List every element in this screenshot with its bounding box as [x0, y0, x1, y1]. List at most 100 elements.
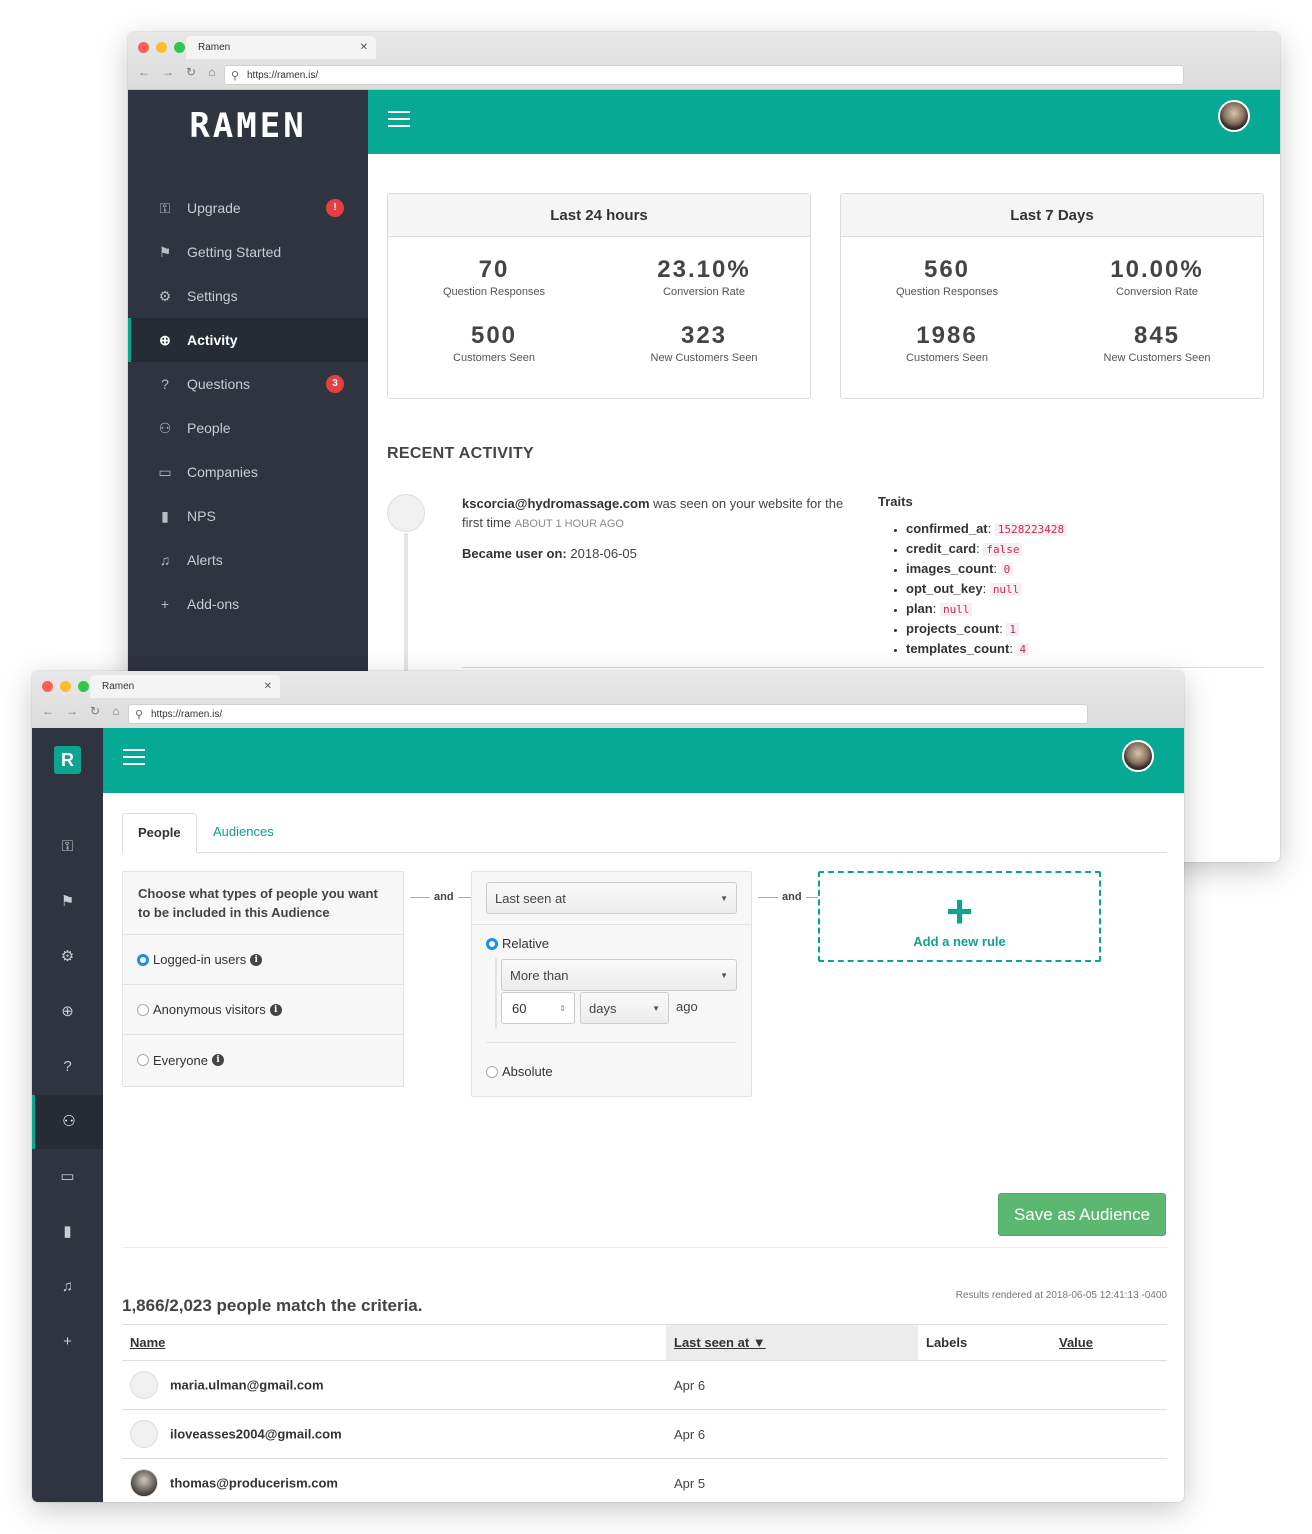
browser-tab-title: Ramen: [198, 42, 231, 53]
window-controls: [42, 681, 89, 692]
person-email[interactable]: maria.ulman@gmail.com: [170, 1378, 324, 1393]
option-anonymous-visitors[interactable]: Anonymous visitors i: [123, 985, 403, 1035]
radio-anonymous-visitors[interactable]: [137, 1003, 149, 1016]
home-icon[interactable]: ⌂: [112, 704, 119, 718]
tab-people[interactable]: People: [122, 813, 197, 853]
column-labels[interactable]: Labels: [918, 1324, 1051, 1361]
reload-icon[interactable]: ↻: [90, 704, 100, 718]
activity-user-avatar[interactable]: [387, 494, 425, 532]
sidebar-item-companies[interactable]: ▭ Companies: [128, 450, 368, 494]
stat-value: 23.10%: [657, 256, 751, 283]
hamburger-menu-icon[interactable]: [388, 111, 410, 132]
trait-key: images_count: [906, 561, 994, 576]
close-window-button[interactable]: [42, 681, 53, 692]
column-value[interactable]: Value: [1051, 1324, 1167, 1361]
save-audience-button[interactable]: Save as Audience: [998, 1193, 1166, 1236]
chevron-down-icon: ▼: [652, 1003, 660, 1013]
bell-icon[interactable]: ♫: [32, 1260, 103, 1314]
minimize-window-button[interactable]: [156, 42, 167, 53]
hamburger-menu-icon[interactable]: [123, 749, 145, 770]
user-avatar[interactable]: [1218, 100, 1250, 132]
address-bar[interactable]: ⚲ https://ramen.is/: [224, 65, 1184, 85]
gear-icon[interactable]: ⚙: [32, 930, 103, 984]
user-avatar[interactable]: [1122, 740, 1154, 772]
minimize-window-button[interactable]: [60, 681, 71, 692]
forward-arrow-icon[interactable]: →: [162, 65, 174, 79]
add-rule-button[interactable]: + Add a new rule: [818, 871, 1101, 962]
option-logged-in-users[interactable]: Logged-in users i: [123, 935, 403, 985]
close-tab-icon[interactable]: ✕: [264, 675, 272, 698]
info-icon[interactable]: i: [211, 1054, 224, 1066]
option-everyone[interactable]: Everyone i: [123, 1035, 403, 1085]
ramen-logo[interactable]: RAMEN: [128, 106, 368, 146]
absolute-option[interactable]: Absolute: [486, 1064, 553, 1079]
trait-item: templates_count: 4: [906, 639, 1067, 659]
stat-label: Customers Seen: [453, 352, 535, 364]
amount-value: 60: [512, 1000, 527, 1016]
globe-icon[interactable]: ⊕: [32, 985, 103, 1039]
stepper-icon[interactable]: ⇕: [559, 1004, 566, 1013]
forward-arrow-icon[interactable]: →: [66, 704, 78, 718]
bar-chart-icon[interactable]: ▮: [32, 1205, 103, 1259]
radio-absolute[interactable]: [486, 1065, 498, 1078]
maximize-window-button[interactable]: [78, 681, 89, 692]
table-row[interactable]: maria.ulman@gmail.com Apr 6: [122, 1360, 1167, 1410]
sidebar-item-questions[interactable]: ? Questions 3: [128, 362, 368, 406]
radio-relative[interactable]: [486, 937, 498, 950]
stats-card-title: Last 24 hours: [388, 194, 810, 237]
sidebar-item-alerts[interactable]: ♫ Alerts: [128, 538, 368, 582]
sidebar-item-settings[interactable]: ⚙ Settings: [128, 274, 368, 318]
home-icon[interactable]: ⌂: [208, 65, 215, 79]
trait-key: confirmed_at: [906, 521, 988, 536]
sidebar-item-people[interactable]: ⚇ People: [128, 406, 368, 450]
key-icon[interactable]: ⚿: [32, 820, 103, 874]
close-window-button[interactable]: [138, 42, 149, 53]
sidebar-item-nps[interactable]: ▮ NPS: [128, 494, 368, 538]
trait-item: plan: null: [906, 599, 1067, 619]
sidebar-item-upgrade[interactable]: ⚿ Upgrade!: [128, 186, 368, 230]
info-icon[interactable]: i: [269, 1003, 282, 1016]
back-arrow-icon[interactable]: ←: [42, 704, 54, 718]
flag-icon[interactable]: ⚑: [32, 875, 103, 929]
address-bar[interactable]: ⚲ https://ramen.is/: [128, 704, 1088, 724]
person-avatar[interactable]: [130, 1420, 158, 1448]
sidebar-item-label: Getting Started: [187, 244, 282, 260]
amount-input[interactable]: 60 ⇕: [501, 992, 575, 1024]
sidebar-item-activity[interactable]: ⊕ Activity: [128, 318, 368, 362]
comparator-select[interactable]: More than ▼: [501, 959, 737, 991]
person-email[interactable]: thomas@producerism.com: [170, 1476, 338, 1491]
briefcase-icon[interactable]: ▭: [32, 1150, 103, 1204]
sidebar-item-label: Activity: [187, 332, 238, 348]
back-arrow-icon[interactable]: ←: [138, 65, 150, 79]
radio-logged-in-users[interactable]: [137, 953, 149, 966]
radio-everyone[interactable]: [137, 1054, 149, 1066]
plus-icon[interactable]: +: [32, 1315, 103, 1369]
browser-tab[interactable]: Ramen ✕: [90, 675, 280, 698]
stat-value: 10.00%: [1110, 256, 1204, 283]
info-icon[interactable]: i: [250, 953, 263, 966]
person-avatar[interactable]: [130, 1469, 158, 1497]
column-name[interactable]: Name: [122, 1324, 666, 1361]
sidebar-item-label: Alerts: [187, 552, 223, 568]
close-tab-icon[interactable]: ✕: [360, 36, 368, 59]
people-icon[interactable]: ⚇: [32, 1095, 103, 1149]
unit-select[interactable]: days ▼: [580, 992, 669, 1024]
reload-icon[interactable]: ↻: [186, 65, 196, 79]
activity-user-email[interactable]: kscorcia@hydromassage.com: [462, 496, 650, 511]
ramen-logo-icon[interactable]: R: [54, 746, 81, 774]
person-avatar[interactable]: [130, 1371, 158, 1399]
sidebar-item-add-ons[interactable]: + Add-ons: [128, 582, 368, 626]
question-icon[interactable]: ?: [32, 1040, 103, 1094]
person-email[interactable]: iloveasses2004@gmail.com: [170, 1427, 342, 1442]
browser-tab[interactable]: Ramen ✕: [186, 36, 376, 59]
table-row[interactable]: iloveasses2004@gmail.com Apr 6: [122, 1409, 1167, 1459]
rule-field-select[interactable]: Last seen at ▼: [486, 882, 737, 914]
maximize-window-button[interactable]: [174, 42, 185, 53]
relative-option[interactable]: Relative: [486, 936, 549, 951]
table-row[interactable]: thomas@producerism.com Apr 5: [122, 1458, 1167, 1502]
column-last-seen[interactable]: Last seen at ▼: [666, 1324, 918, 1361]
tab-audiences[interactable]: Audiences: [198, 813, 289, 853]
trait-key: templates_count: [906, 641, 1010, 656]
sidebar-item-getting-started[interactable]: ⚑ Getting Started: [128, 230, 368, 274]
became-user-date: 2018-06-05: [566, 546, 637, 561]
